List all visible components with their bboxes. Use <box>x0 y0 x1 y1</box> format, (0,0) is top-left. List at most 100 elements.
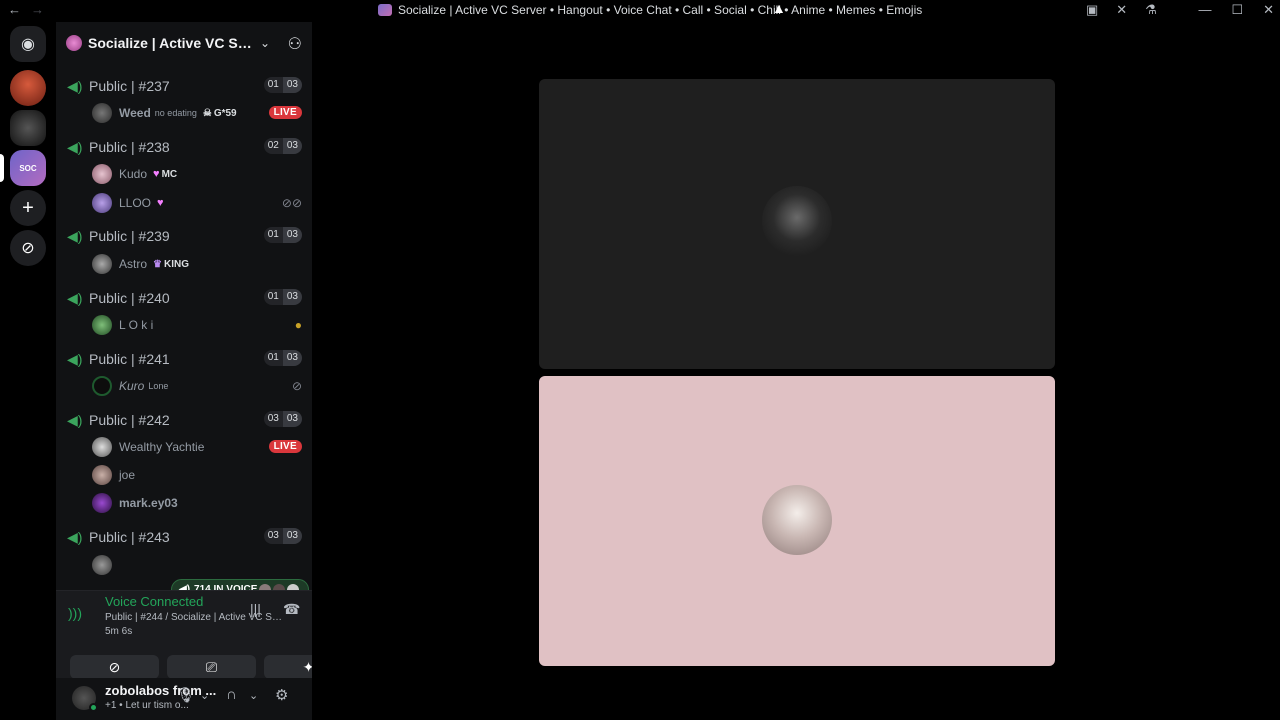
username: Weed <box>119 106 151 120</box>
user-badge: ♥ <box>157 197 164 209</box>
avatar <box>92 193 112 213</box>
speaker-icon: ◀) <box>67 289 83 306</box>
user-count-current: 01 <box>263 289 283 305</box>
noise-suppression-icon[interactable]: ||| <box>250 601 261 617</box>
server-small-icon <box>378 4 392 16</box>
badge-text: MC <box>161 168 178 180</box>
channel-sidebar: Socialize | Active VC Ser... ⌄ ⚇ ◀) Publ… <box>56 22 353 720</box>
inbox-icon[interactable]: ▣ <box>1086 2 1098 18</box>
voice-status: ))) Voice Connected Public | #244 / Soci… <box>64 591 304 651</box>
avatar[interactable] <box>72 686 98 712</box>
server-header[interactable]: Socialize | Active VC Ser... ⌄ ⚇ <box>56 22 312 64</box>
voice-channel-239[interactable]: ◀) Public | #239 01 03 <box>64 225 302 247</box>
user-count: 01 03 <box>263 350 302 366</box>
avatar <box>92 164 112 184</box>
add-user-icon[interactable]: ⚇ <box>288 34 302 54</box>
badge-text: KING <box>163 258 189 270</box>
user-count: 01 03 <box>263 289 302 305</box>
screen-share-icon: ⎚ <box>205 658 218 675</box>
voice-user[interactable]: Astro ♛ KING <box>92 252 302 276</box>
discover-icon[interactable]: ⊘ <box>10 230 46 266</box>
participant-avatar <box>762 485 832 555</box>
server-rail: ◉ SOC + ⊘ <box>0 22 56 720</box>
voice-channel-238[interactable]: ◀) Public | #238 02 03 <box>64 136 302 158</box>
online-status-dot <box>89 703 98 712</box>
live-badge: LIVE <box>268 106 302 119</box>
voice-user[interactable]: mark.ey03 <box>92 491 302 515</box>
channel-name: Public | #239 <box>89 228 170 244</box>
disconnect-icon[interactable]: ☎ <box>283 601 300 618</box>
share-screen-button[interactable]: ⎚ <box>167 655 256 679</box>
discord-home-icon[interactable]: ◉ <box>10 26 46 62</box>
chevron-down-icon[interactable]: ⌄ <box>200 689 209 702</box>
live-badge: LIVE <box>268 440 302 453</box>
server-icon-1[interactable] <box>10 70 46 106</box>
crown-icon: ♛ <box>153 258 162 270</box>
channel-name: Public | #240 <box>89 290 170 306</box>
avatar <box>92 555 112 575</box>
microphone-icon[interactable]: 🎙 <box>176 686 195 704</box>
user-badge: ☠ G*59 <box>203 108 237 119</box>
voice-user[interactable]: Kuro Lone ⊘ <box>92 374 302 398</box>
chevron-down-icon[interactable]: ⌄ <box>249 689 258 702</box>
server-badge-icon <box>66 35 82 51</box>
voice-channel-241[interactable]: ◀) Public | #241 01 03 <box>64 348 302 370</box>
user-count-limit: 03 <box>282 227 302 243</box>
voice-user[interactable]: Weed no edating ☠ G*59 LIVE <box>92 101 302 125</box>
window-title: Socialize | Active VC Server • Hangout •… <box>378 3 922 17</box>
avatar <box>92 493 112 513</box>
voice-user[interactable]: L O k i ● <box>92 313 302 337</box>
user-count-limit: 03 <box>282 138 302 154</box>
settings-gear-icon[interactable]: ⚙ <box>275 686 288 704</box>
voice-channel-243[interactable]: ◀) Public | #243 03 03 <box>64 526 302 548</box>
server-icon-2[interactable] <box>10 110 46 146</box>
channel-name: Public | #242 <box>89 412 170 428</box>
user-count: 01 03 <box>263 227 302 243</box>
activity-icon: ● <box>294 318 302 332</box>
voice-channel-240[interactable]: ◀) Public | #240 01 03 <box>64 287 302 309</box>
camera-off-button[interactable]: ⊘ <box>70 655 159 679</box>
minimize-icon[interactable]: — <box>1198 2 1211 18</box>
mouse-cursor-icon: ▲ <box>772 0 786 16</box>
channel-name: Public | #237 <box>89 78 170 94</box>
speaker-icon: ◀) <box>67 138 83 155</box>
user-count-current: 01 <box>263 227 283 243</box>
back-arrow-icon[interactable]: ← <box>8 2 21 17</box>
participant-tile[interactable] <box>539 376 1055 666</box>
voice-user[interactable] <box>92 553 302 577</box>
voice-channel-237[interactable]: ◀) Public | #237 01 03 <box>64 75 302 97</box>
user-count-limit: 03 <box>282 528 302 544</box>
user-count: 01 03 <box>263 77 302 93</box>
close-icon[interactable]: ✕ <box>1263 2 1274 18</box>
voice-user[interactable]: joe <box>92 463 302 487</box>
user-count-current: 02 <box>263 138 283 154</box>
tools-icon[interactable]: ✕ <box>1116 2 1127 18</box>
headphones-icon[interactable]: ∩ <box>226 686 237 703</box>
signal-icon[interactable]: ))) <box>68 605 82 621</box>
quest-icon[interactable]: ⚗ <box>1145 2 1157 18</box>
username: joe <box>119 468 136 482</box>
voice-user[interactable]: LLOO ♥ ⊘⊘ <box>92 191 302 215</box>
participant-avatar <box>762 186 832 256</box>
muted-deafened-icon: ⊘⊘ <box>281 196 302 210</box>
forward-arrow-icon[interactable]: → <box>31 2 44 17</box>
participant-tile[interactable] <box>539 79 1055 369</box>
maximize-icon[interactable]: ☐ <box>1231 2 1243 18</box>
voice-connected-label[interactable]: Voice Connected <box>105 594 203 609</box>
muted-icon: ⊘ <box>291 379 302 393</box>
server-icon-socialize[interactable]: SOC <box>10 150 46 186</box>
user-count-current: 03 <box>263 528 283 544</box>
add-server-icon[interactable]: + <box>10 190 46 226</box>
user-count-current: 01 <box>263 77 283 93</box>
voice-user[interactable]: Kudo ♥ MC <box>92 162 302 186</box>
username: mark.ey03 <box>119 496 178 510</box>
user-count-limit: 03 <box>282 411 302 427</box>
camera-off-icon: ⊘ <box>108 658 121 675</box>
username: L O k i <box>119 318 154 332</box>
user-count-current: 03 <box>263 411 283 427</box>
server-name: Socialize | Active VC Ser... <box>88 35 252 51</box>
username: Astro <box>119 257 148 271</box>
voice-channel-242[interactable]: ◀) Public | #242 03 03 <box>64 409 302 431</box>
voice-user[interactable]: Wealthy Yachtie LIVE <box>92 435 302 459</box>
window-controls: — ☐ ✕ <box>1198 2 1274 18</box>
